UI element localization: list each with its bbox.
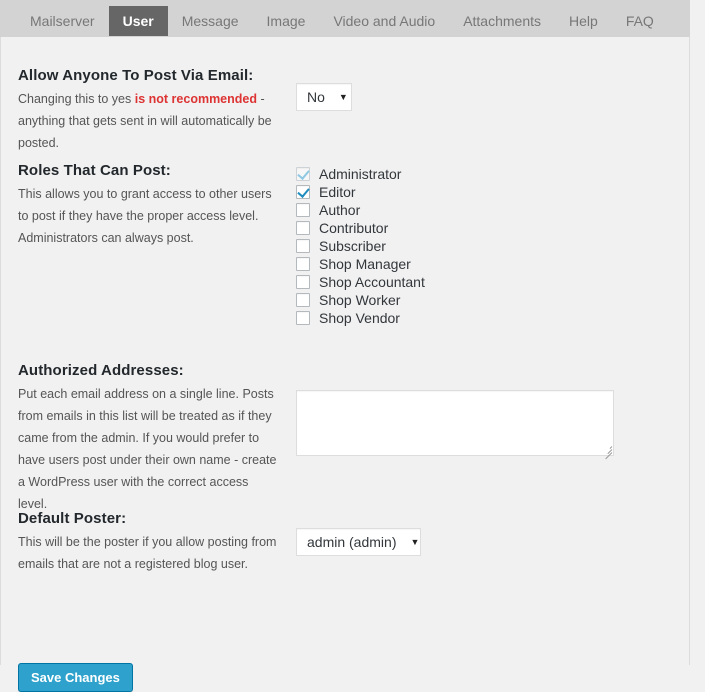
role-item[interactable]: Shop Vendor	[296, 309, 425, 327]
role-checkbox[interactable]	[296, 221, 310, 235]
role-checkbox[interactable]	[296, 239, 310, 253]
save-changes-button[interactable]: Save Changes	[18, 663, 133, 692]
role-label: Shop Accountant	[319, 274, 425, 290]
roles-description: This allows you to grant access to other…	[18, 187, 272, 245]
chevron-down-icon: ▼	[338, 91, 348, 102]
tab-bar: Mailserver User Message Image Video and Audi…	[0, 0, 690, 37]
tab-list: Mailserver User Message Image Video and Audi…	[0, 0, 690, 37]
default-poster-select-value: admin (admin)	[307, 534, 397, 550]
roles-field-column: Administrator Editor Author Contributor Subs…	[296, 165, 425, 327]
role-item[interactable]: Subscriber	[296, 237, 425, 255]
roles-label-column: Roles That Can Post: This allows you to …	[18, 162, 280, 249]
role-checkbox[interactable]	[296, 257, 310, 271]
role-item[interactable]: Contributor	[296, 219, 425, 237]
tab-image[interactable]: Image	[253, 6, 320, 36]
authorized-addresses-heading: Authorized Addresses:	[18, 362, 184, 379]
role-checkbox[interactable]	[296, 203, 310, 217]
authorized-addresses-label-column: Authorized Addresses: Put each email add…	[18, 362, 280, 515]
role-checkbox[interactable]	[296, 293, 310, 307]
default-poster-select[interactable]: admin (admin) ▼	[296, 528, 421, 556]
default-poster-description: This will be the poster if you allow pos…	[18, 535, 277, 571]
allow-anyone-description: Changing this to yes is not recommended …	[18, 88, 280, 154]
tab-attachments[interactable]: Attachments	[449, 6, 555, 36]
authorized-addresses-description: Put each email address on a single line.…	[18, 387, 277, 511]
role-item[interactable]: Administrator	[296, 165, 425, 183]
authorized-addresses-textarea[interactable]	[296, 390, 614, 456]
role-label: Shop Worker	[319, 292, 401, 308]
role-label: Subscriber	[319, 238, 386, 254]
settings-panel: Allow Anyone To Post Via Email: Changing…	[0, 37, 690, 692]
role-label: Author	[319, 202, 361, 218]
role-item[interactable]: Editor	[296, 183, 425, 201]
default-poster-heading: Default Poster:	[18, 510, 127, 527]
role-checkbox[interactable]	[296, 311, 310, 325]
tab-help[interactable]: Help	[555, 6, 612, 36]
default-poster-field-column: admin (admin) ▼	[296, 528, 421, 556]
authorized-addresses-textarea-wrap	[296, 390, 614, 460]
chevron-down-icon: ▼	[410, 536, 420, 547]
tab-mailserver[interactable]: Mailserver	[16, 6, 109, 36]
role-checkbox[interactable]	[296, 185, 310, 199]
default-poster-label-column: Default Poster: This will be the poster …	[18, 510, 280, 575]
allow-anyone-heading: Allow Anyone To Post Via Email:	[18, 67, 254, 84]
allow-anyone-select[interactable]: No ▼	[296, 83, 352, 111]
role-label: Editor	[319, 184, 356, 200]
role-item[interactable]: Author	[296, 201, 425, 219]
allow-anyone-label-column: Allow Anyone To Post Via Email: Changing…	[18, 67, 280, 154]
tab-faq[interactable]: FAQ	[612, 6, 668, 36]
role-label: Contributor	[319, 220, 389, 236]
role-checkbox	[296, 167, 310, 181]
allow-anyone-desc-before: Changing this to yes	[18, 92, 135, 106]
tab-user[interactable]: User	[108, 6, 168, 36]
role-item[interactable]: Shop Accountant	[296, 273, 425, 291]
role-item[interactable]: Shop Manager	[296, 255, 425, 273]
allow-anyone-desc-warning: is not recommended	[134, 92, 257, 106]
allow-anyone-select-value: No	[307, 89, 325, 105]
role-item[interactable]: Shop Worker	[296, 291, 425, 309]
role-label: Shop Manager	[319, 256, 411, 272]
tab-video-and-audio[interactable]: Video and Audio	[319, 6, 449, 36]
role-checkbox[interactable]	[296, 275, 310, 289]
authorized-addresses-field-column	[296, 390, 614, 460]
role-label: Shop Vendor	[319, 310, 400, 326]
allow-anyone-field-column: No ▼	[296, 83, 352, 111]
role-label: Administrator	[319, 166, 402, 182]
roles-heading: Roles That Can Post:	[18, 162, 171, 179]
tab-message[interactable]: Message	[168, 6, 253, 36]
roles-checkbox-list: Administrator Editor Author Contributor Subs…	[296, 165, 425, 327]
